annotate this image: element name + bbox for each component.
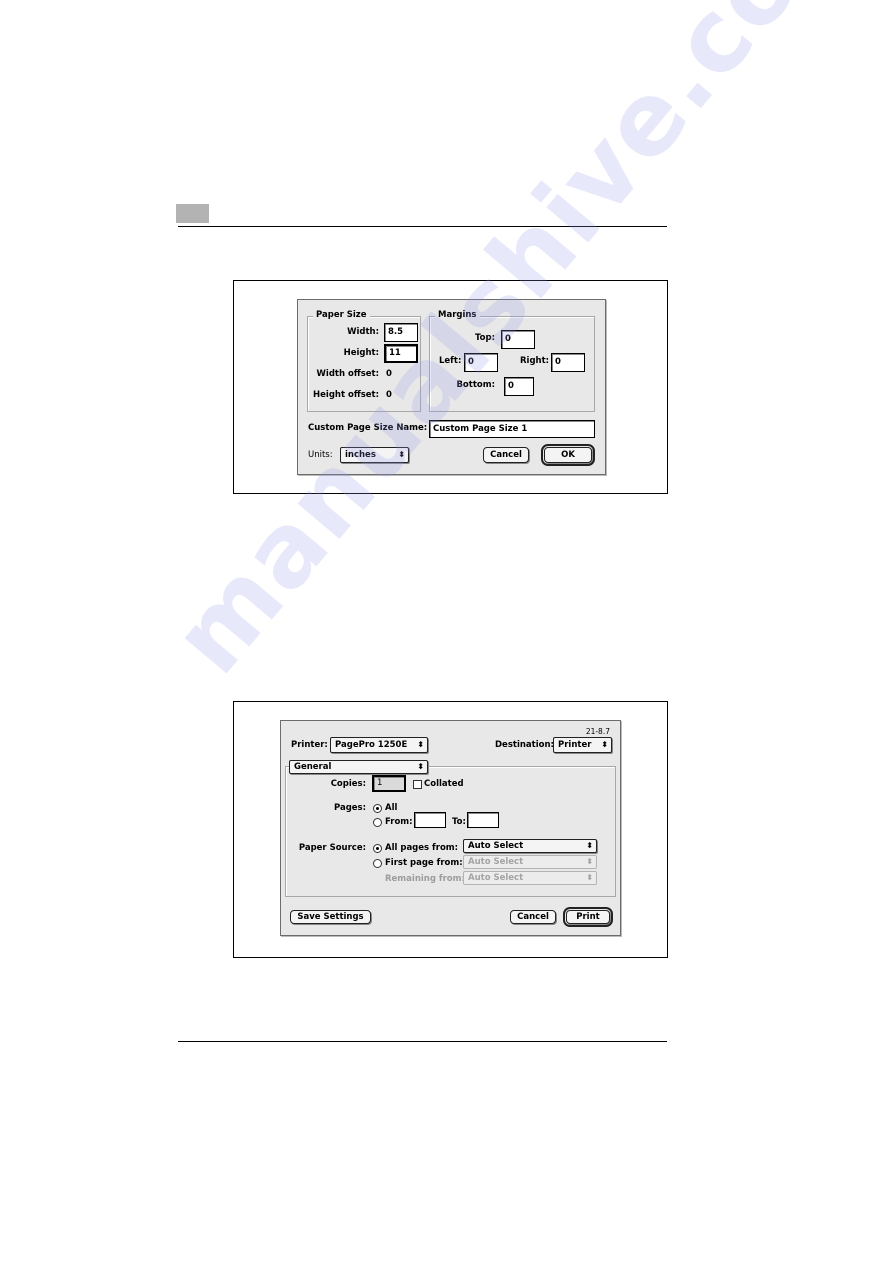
- print-button[interactable]: Print: [563, 907, 613, 927]
- remaining-from-popup: Auto Select ⬍: [463, 871, 597, 885]
- pages-from-field[interactable]: [414, 812, 446, 828]
- paper-size-title: Paper Size: [313, 310, 370, 321]
- height-offset-label: Height offset:: [313, 390, 379, 400]
- width-offset-label: Width offset:: [316, 369, 379, 379]
- copies-label: Copies:: [330, 779, 366, 789]
- bottom-margin-field[interactable]: 0: [504, 377, 534, 396]
- height-field[interactable]: 11: [384, 344, 418, 363]
- figure-frame-custom-page-size: Paper Size Width: 8.5 Height: 11 Width o…: [233, 280, 668, 494]
- destination-label: Destination:: [495, 740, 554, 750]
- pages-to-label: To:: [452, 817, 466, 827]
- right-margin-field[interactable]: 0: [551, 353, 585, 372]
- print-dialog: 21-8.7 Printer: PagePro 1250E ⬍ Destinat…: [280, 720, 621, 936]
- top-margin-label: Top:: [475, 333, 495, 343]
- figure-frame-print-dialog: 21-8.7 Printer: PagePro 1250E ⬍ Destinat…: [233, 701, 668, 958]
- units-popup[interactable]: inches ⬍: [340, 447, 409, 463]
- printer-value: PagePro 1250E: [335, 740, 408, 750]
- all-pages-from-value: Auto Select: [468, 841, 524, 851]
- driver-version: 21-8.7: [585, 727, 610, 736]
- right-margin-label: Right:: [520, 356, 550, 366]
- cancel-button[interactable]: Cancel: [510, 910, 556, 924]
- width-offset-value: 0: [386, 369, 392, 379]
- destination-popup[interactable]: Printer ⬍: [553, 737, 612, 753]
- left-margin-field[interactable]: 0: [464, 353, 498, 372]
- first-page-from-radio[interactable]: [373, 859, 382, 868]
- width-label: Width:: [347, 327, 379, 337]
- panel-popup[interactable]: General ⬍: [289, 760, 428, 774]
- cancel-button[interactable]: Cancel: [483, 447, 529, 463]
- top-margin-field[interactable]: 0: [501, 330, 535, 349]
- copies-field[interactable]: 1: [372, 775, 406, 792]
- pages-all-label[interactable]: All: [385, 803, 397, 814]
- destination-value: Printer: [558, 740, 592, 750]
- popup-arrows-icon: ⬍: [601, 740, 608, 749]
- paper-source-label: Paper Source:: [298, 843, 366, 853]
- popup-arrows-icon: ⬍: [586, 841, 593, 850]
- all-pages-from-radio[interactable]: [373, 844, 382, 853]
- collated-label[interactable]: Collated: [424, 779, 464, 790]
- printer-label: Printer:: [291, 740, 328, 750]
- footer-rule: [178, 1041, 667, 1042]
- pages-label: Pages:: [333, 803, 366, 813]
- first-page-from-value: Auto Select: [468, 857, 524, 867]
- printer-popup[interactable]: PagePro 1250E ⬍: [330, 737, 428, 753]
- pages-from-label[interactable]: From:: [385, 817, 413, 828]
- custom-page-size-name-field[interactable]: Custom Page Size 1: [429, 420, 595, 438]
- collated-checkbox[interactable]: [413, 780, 422, 789]
- custom-page-size-dialog: Paper Size Width: 8.5 Height: 11 Width o…: [297, 299, 606, 475]
- popup-arrows-icon: ⬍: [417, 762, 424, 771]
- bottom-margin-label: Bottom:: [456, 380, 495, 390]
- ok-button[interactable]: OK: [541, 444, 595, 466]
- first-page-from-popup: Auto Select ⬍: [463, 855, 597, 869]
- popup-arrows-icon: ⬍: [417, 740, 424, 749]
- pages-from-radio[interactable]: [373, 818, 382, 827]
- custom-page-size-name-label: Custom Page Size Name:: [308, 423, 428, 433]
- units-value: inches: [345, 450, 376, 460]
- header-rule: [178, 226, 667, 227]
- pages-to-field[interactable]: [467, 812, 499, 828]
- remaining-from-label: Remaining from:: [385, 874, 465, 884]
- all-pages-from-label[interactable]: All pages from:: [385, 843, 458, 854]
- panel-value: General: [294, 762, 332, 772]
- left-margin-label: Left:: [439, 356, 462, 366]
- height-label: Height:: [343, 348, 379, 358]
- popup-arrows-icon: ⬍: [586, 857, 593, 866]
- popup-arrows-icon: ⬍: [586, 873, 593, 882]
- save-settings-button[interactable]: Save Settings: [290, 910, 371, 924]
- width-field[interactable]: 8.5: [384, 323, 418, 342]
- remaining-from-value: Auto Select: [468, 873, 524, 883]
- pages-all-radio[interactable]: [373, 804, 382, 813]
- first-page-from-label[interactable]: First page from:: [385, 858, 463, 869]
- popup-arrows-icon: ⬍: [398, 450, 405, 459]
- chapter-tab: [176, 204, 209, 223]
- all-pages-from-popup[interactable]: Auto Select ⬍: [463, 839, 597, 853]
- margins-title: Margins: [435, 310, 480, 321]
- units-label: Units:: [308, 450, 333, 460]
- height-offset-value: 0: [386, 390, 392, 400]
